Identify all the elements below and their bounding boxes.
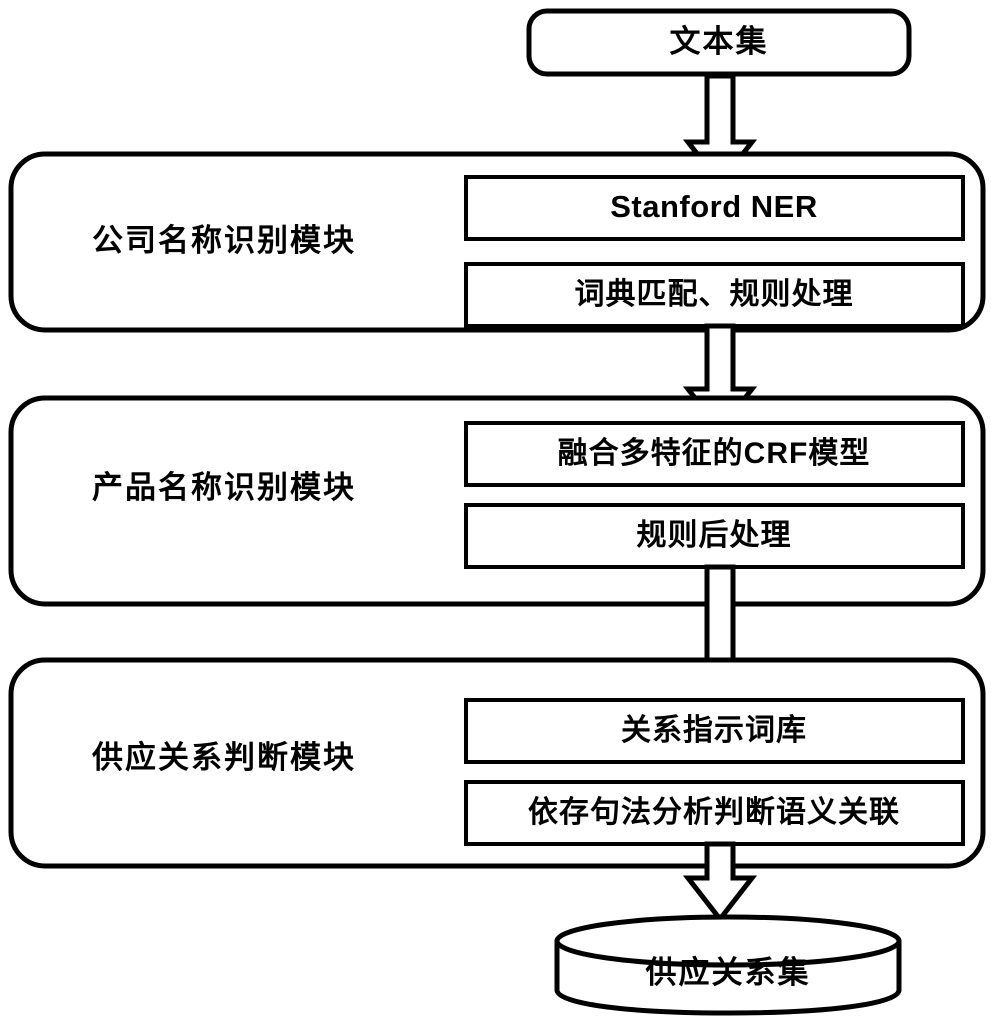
flowchart-canvas: 文本集 公司名称识别模块 Stanford NER 词典匹配、规则处理 产品名称… [0,0,991,1021]
node-input-textset[interactable]: 文本集 [526,8,912,77]
module-3-title: 供应关系判断模块 [91,740,356,775]
module-1-step-1[interactable]: Stanford NER [464,175,965,241]
module-product-name-recognition[interactable]: 产品名称识别模块 融合多特征的CRF模型 规则后处理 [8,395,986,607]
flowchart-svg: 文本集 公司名称识别模块 Stanford NER 词典匹配、规则处理 产品名称… [8,8,986,1016]
module-3-step-1-label: 关系指示词库 [621,714,807,747]
input-node-label: 文本集 [670,24,769,59]
node-output-supply-relation-set[interactable]: 供应关系集 [554,914,902,1016]
module-3-step-2[interactable]: 依存句法分析判断语义关联 [464,780,965,846]
module-2-title: 产品名称识别模块 [92,470,356,505]
module-3-step-2-label: 依存句法分析判断语义关联 [528,796,900,829]
module-2-step-1-label: 融合多特征的CRF模型 [558,436,871,470]
module-1-step-2-label: 词典匹配、规则处理 [575,278,854,311]
output-node-label: 供应关系集 [645,955,811,990]
module-1-title: 公司名称识别模块 [92,223,356,258]
module-supply-relation-judgement[interactable]: 供应关系判断模块 关系指示词库 依存句法分析判断语义关联 [8,657,986,869]
module-1-step-2[interactable]: 词典匹配、规则处理 [464,262,965,328]
module-2-step-2-label: 规则后处理 [637,519,792,552]
module-2-step-1[interactable]: 融合多特征的CRF模型 [464,421,965,487]
module-3-step-1[interactable]: 关系指示词库 [464,698,965,764]
module-company-name-recognition[interactable]: 公司名称识别模块 Stanford NER 词典匹配、规则处理 [8,151,986,333]
module-2-step-2[interactable]: 规则后处理 [464,503,965,569]
module-1-step-1-label: Stanford NER [610,189,818,224]
